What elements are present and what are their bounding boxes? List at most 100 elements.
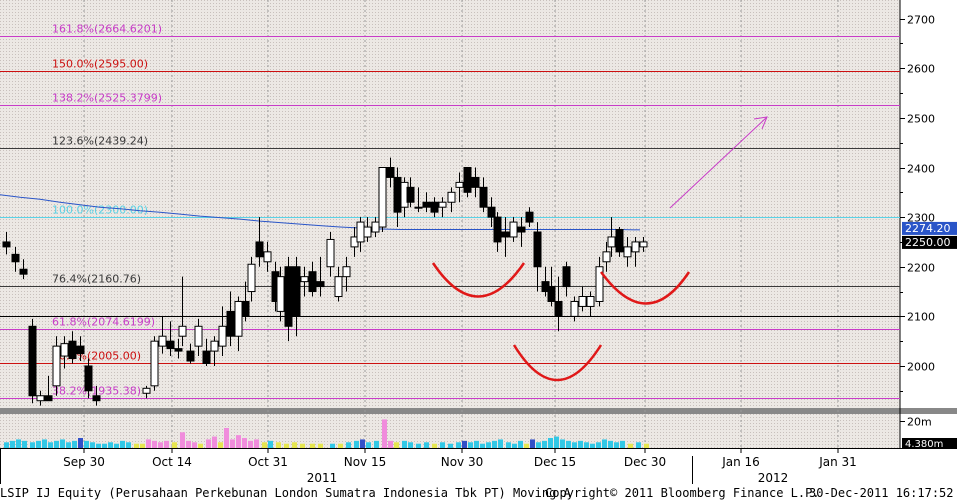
candle-body [430,201,439,213]
volume-bar [102,443,107,448]
candle-body [615,229,624,253]
candle-body [479,186,488,208]
y-tick-label: 2100 [907,311,935,324]
volume-bar [554,436,559,448]
year-label: 2011 [307,471,338,484]
y-tick-label: 2700 [907,14,935,27]
candle-body [386,167,395,178]
volume-bar [512,443,517,448]
volume-bar [212,436,217,448]
footer: LSIP IJ Equity (Perusahaan Perkebunan Lo… [0,484,957,502]
candle-body [11,253,20,263]
candle-body [623,246,632,258]
candle-body [586,296,595,307]
x-tick-label: Jan 31 [818,455,857,469]
candle-body [255,241,264,258]
candle-body [186,350,195,362]
candle-body [414,206,423,209]
candle-body [509,221,518,238]
candle-body [471,176,480,188]
volume-bar [140,443,145,448]
volume-bar [172,442,177,448]
volume-bar [388,440,393,448]
volume-bar [198,443,203,448]
volume-tag-label: 4.380m [905,439,943,450]
stock-chart: 161.8%(2664.6201) 150.0%(2595.00) 138.2%(2… [0,0,957,502]
volume-bar [254,439,259,448]
volume-panel-background [0,414,900,448]
candle-body [234,300,243,337]
candle-body [218,325,227,347]
fib-level-label: 76.4%(2160.76) [52,273,141,286]
x-tick-label: Nov 30 [441,455,484,469]
candle-body [438,201,447,208]
y-tick-label: 2000 [907,361,935,374]
volume-bar [126,442,131,448]
volume-bar [432,443,437,448]
volume-bar [36,440,41,448]
candle-body [463,167,472,193]
volume-bar [230,439,235,448]
price-tag-label: 2274.20 [905,222,951,235]
x-tick-label: Nov 15 [344,455,387,469]
candle-body [378,167,387,228]
volume-bar [578,440,583,448]
volume-bar [284,443,289,448]
footer-copyright: Copyright© 2011 Bloomberg Finance L.P. [545,486,820,500]
volume-bar [542,440,547,448]
volume-bar [158,442,163,448]
candle-body [547,286,556,302]
fib-level-label: 138.2%(2525.3799) [52,92,162,105]
volume-bar [4,442,9,448]
volume-bar [518,440,523,448]
candle-body [142,387,151,394]
volume-bar [42,439,47,448]
candle-body [28,325,37,397]
fib-level-label: 150.0%(2595.00) [52,58,148,71]
volume-bar [248,440,253,448]
volume-bar [318,443,323,448]
candle-body [517,226,526,233]
x-tick-label: Sep 30 [63,455,105,469]
volume-bar [180,432,185,448]
candle-body [241,300,250,317]
volume-bar [310,443,315,448]
volume-bar [192,442,197,448]
y-tick-label: 2400 [907,163,935,176]
volume-bar [22,440,27,448]
volume-bar [292,442,297,448]
volume-bar [114,443,119,448]
chart-svg: 161.8%(2664.6201) 150.0%(2595.00) 138.2%(2… [0,0,957,485]
volume-bar [152,440,157,448]
volume-bar [164,440,169,448]
candle-body [533,231,542,268]
volume-bar [186,440,191,448]
candle-body [342,266,351,278]
volume-y-tick-label: 20m [907,416,932,429]
candle-body [36,395,45,402]
x-tick-label: Oct 31 [248,455,288,469]
candle-body [2,241,11,248]
candle-body [562,266,571,288]
candle-body [60,343,69,357]
volume-bar [560,439,565,448]
candle-body [19,268,28,275]
volume-bar [84,440,89,448]
volume-bar [424,442,429,448]
candle-body [406,186,415,203]
fib-level-label: 61.8%(2074.6199) [52,316,155,329]
candle-body [308,271,317,293]
volume-bar [262,442,267,448]
candle-body [174,348,183,352]
candle-body [292,266,301,317]
candle-body [326,238,335,268]
volume-bar [66,442,71,448]
panel-separator [0,408,957,414]
x-tick-label: Oct 14 [152,455,192,469]
y-tick-label: 2600 [907,63,935,76]
candle-body [247,263,256,293]
candle-body [202,350,211,364]
volume-bar [636,442,641,448]
volume-bar [474,440,479,448]
volume-bar [366,442,371,448]
